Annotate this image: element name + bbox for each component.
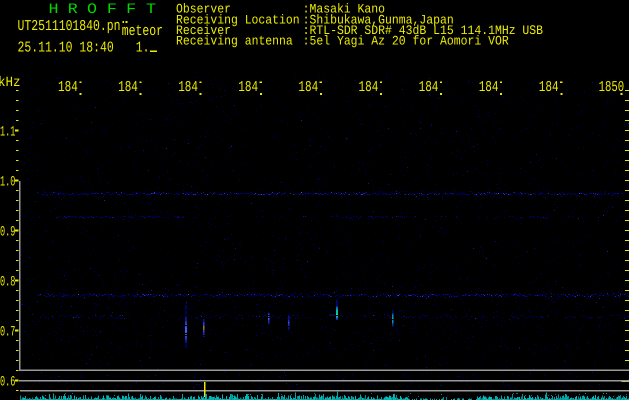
svg-text:1.0: 1.0 [0, 174, 15, 190]
svg-text:1850: 1850 [599, 79, 625, 96]
svg-text:F: F [107, 2, 117, 18]
svg-text:184: 184 [359, 79, 379, 96]
svg-text:0.9: 0.9 [0, 224, 15, 240]
svg-text:Receiving antenna: Receiving antenna [176, 34, 293, 49]
svg-text:UT2511101840.pn: UT2511101840.pn [18, 18, 121, 35]
svg-text:25.11.10 18:40: 25.11.10 18:40 [18, 39, 114, 56]
svg-text:0.7: 0.7 [0, 324, 15, 340]
svg-text:kHz: kHz [0, 75, 21, 91]
svg-text:184: 184 [298, 79, 318, 96]
svg-text:T: T [146, 2, 156, 18]
svg-text:184: 184 [58, 79, 78, 96]
svg-text:184: 184 [238, 79, 258, 96]
svg-text:O: O [87, 2, 97, 18]
svg-text:0.8: 0.8 [0, 274, 15, 290]
svg-text:1.: 1. [136, 39, 150, 56]
svg-text:0.6: 0.6 [0, 374, 15, 390]
svg-text:F: F [126, 2, 136, 18]
svg-text:184: 184 [479, 79, 499, 96]
svg-text:184: 184 [178, 79, 198, 96]
svg-text::5el Yagi Az 20 for Aomori VOR: :5el Yagi Az 20 for Aomori VOR [303, 34, 509, 49]
svg-text:184: 184 [118, 79, 138, 96]
svg-text:R: R [68, 2, 78, 18]
svg-text:H: H [49, 2, 59, 18]
svg-text:184: 184 [419, 79, 439, 96]
svg-text:1.1: 1.1 [0, 124, 15, 140]
svg-text:meteor: meteor [122, 23, 163, 40]
svg-text:184: 184 [539, 79, 559, 96]
